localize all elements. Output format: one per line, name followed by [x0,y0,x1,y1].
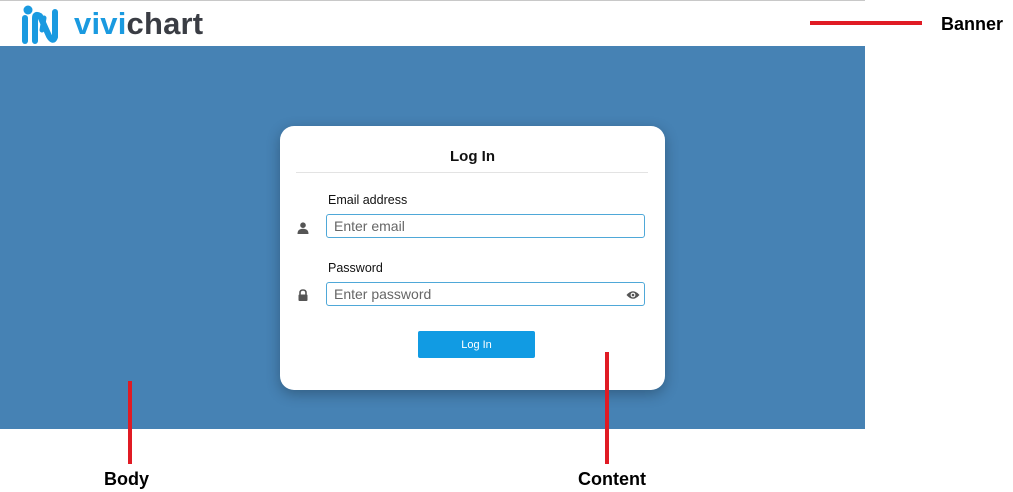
lock-icon [298,289,308,301]
brand-logo[interactable]: vivichart [22,4,203,44]
user-icon [297,222,309,234]
content-annotation-line [605,352,609,464]
email-label: Email address [328,193,408,207]
banner: vivichart [0,1,865,46]
login-card: Log In Email address Password Log In [280,126,665,390]
brand-name-part2: chart [126,6,204,41]
eye-icon[interactable] [626,290,640,300]
login-button[interactable]: Log In [418,331,535,358]
content-annotation-label: Content [578,469,646,489]
logo-mark-icon [22,5,58,44]
body-annotation-label: Body [104,469,149,489]
banner-annotation-label: Banner [941,14,1004,34]
body-annotation-line [128,381,132,464]
password-label: Password [328,261,383,275]
brand-name-part1: vivi [74,6,127,41]
email-input[interactable] [326,214,645,238]
banner-annotation-line [810,21,922,25]
password-input[interactable] [326,282,645,306]
title-divider [296,172,648,173]
login-title: Log In [450,148,495,165]
brand-name: vivichart [74,6,203,42]
